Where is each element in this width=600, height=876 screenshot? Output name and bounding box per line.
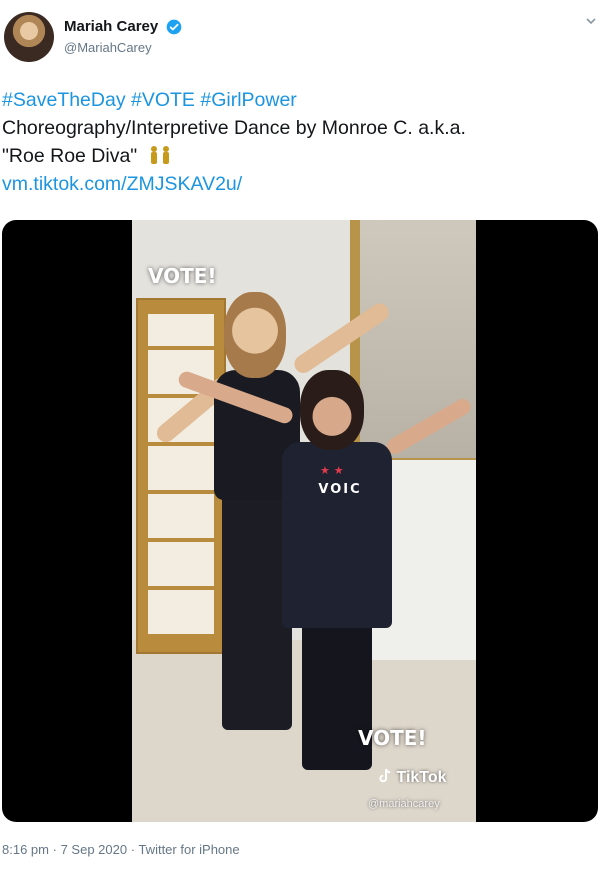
avatar[interactable] bbox=[4, 12, 54, 62]
gold-figures-emoji-icon bbox=[150, 146, 169, 164]
video-frame: ★ ★ VOIC VOTE! VOTE! TikTok @mariahcarey bbox=[132, 220, 476, 822]
vote-overlay-bottom: VOTE! bbox=[358, 726, 427, 750]
tweet-text-line-3: "Roe Roe Diva" bbox=[2, 142, 592, 170]
hashtag-savetheday[interactable]: #SaveTheDay bbox=[2, 89, 126, 111]
tweet-text: #SaveTheDay #VOTE #GirlPower Choreograph… bbox=[2, 86, 592, 198]
hashtag-vote[interactable]: #VOTE bbox=[131, 89, 195, 111]
child-head bbox=[300, 370, 364, 450]
tiktok-logo-icon bbox=[379, 768, 391, 783]
footer-separator: · bbox=[130, 842, 136, 857]
tweet-footer: 8:16 pm · 7 Sep 2020 · Twitter for iPhon… bbox=[2, 842, 240, 857]
shirt-text: VOIC bbox=[318, 482, 362, 497]
tweet-text-line-2: Choreography/Interpretive Dance by Monro… bbox=[2, 117, 466, 139]
vote-overlay-top: VOTE! bbox=[148, 264, 217, 288]
adult-head bbox=[224, 292, 286, 378]
video-media[interactable]: ★ ★ VOIC VOTE! VOTE! TikTok @mariahcarey bbox=[2, 220, 598, 822]
tweet-time[interactable]: 8:16 pm bbox=[2, 842, 49, 857]
tweet-header: Mariah Carey @MariahCarey bbox=[0, 8, 600, 70]
tweet-text-quote: "Roe Roe Diva" bbox=[2, 145, 138, 167]
shirt-stars: ★ ★ bbox=[320, 464, 344, 477]
hashtag-line: #SaveTheDay #VOTE #GirlPower bbox=[2, 86, 592, 114]
tiktok-handle: @mariahcarey bbox=[368, 798, 440, 810]
hashtag-girlpower[interactable]: #GirlPower bbox=[200, 89, 296, 111]
scene-door bbox=[136, 298, 226, 654]
tiktok-link[interactable]: vm.tiktok.com/ZMJSKAV2u/ bbox=[2, 170, 592, 198]
tweet-client[interactable]: Twitter for iPhone bbox=[138, 842, 239, 857]
tweet-date[interactable]: 7 Sep 2020 bbox=[61, 842, 128, 857]
tiktok-label: TikTok bbox=[396, 769, 447, 786]
chevron-down-icon[interactable] bbox=[584, 14, 598, 28]
tiktok-watermark: TikTok bbox=[378, 768, 447, 787]
author-display-name[interactable]: Mariah Carey bbox=[64, 18, 158, 35]
verified-badge-icon bbox=[166, 19, 182, 35]
author-handle[interactable]: @MariahCarey bbox=[64, 40, 152, 55]
footer-separator: · bbox=[52, 842, 57, 857]
